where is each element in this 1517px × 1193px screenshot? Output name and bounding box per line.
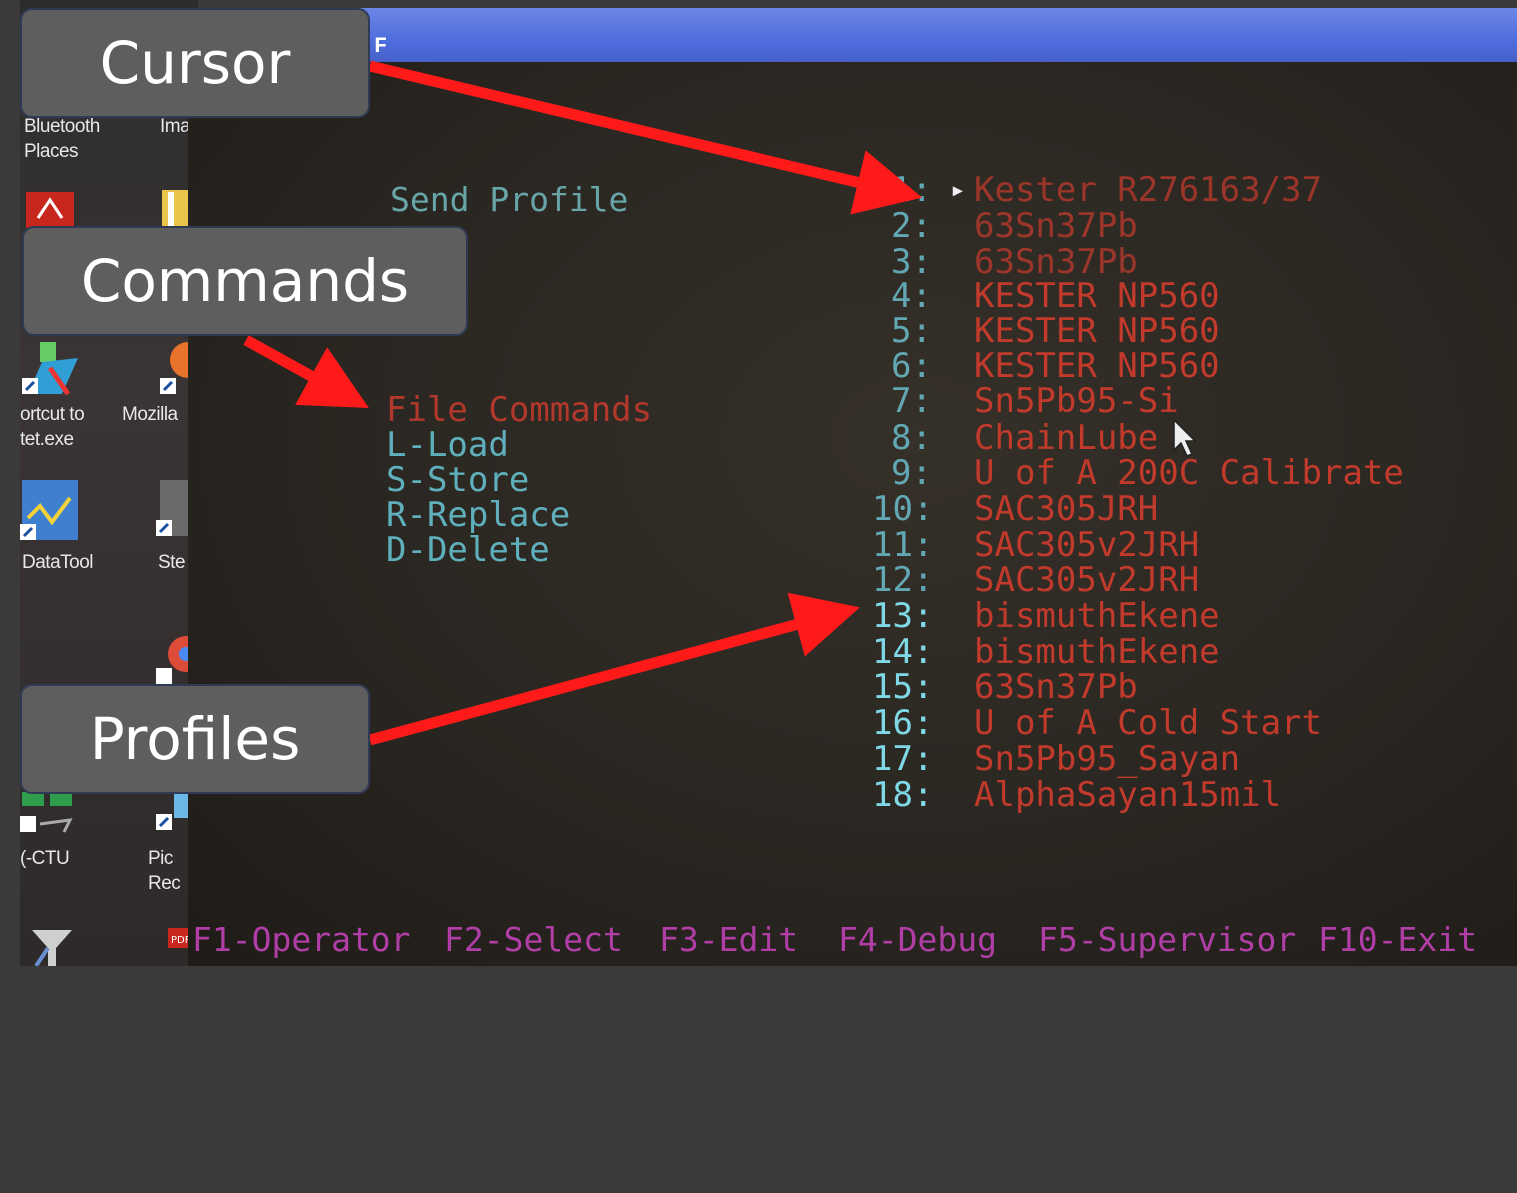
desktop-icon-label[interactable]: Bluetooth Places (24, 114, 100, 164)
profile-item[interactable]: Kester R276163/37 (974, 172, 1322, 208)
profile-number: 4: (891, 276, 932, 316)
profile-number: 1: (891, 170, 932, 210)
datatool-icon[interactable] (20, 478, 80, 547)
command-load[interactable]: L-Load (386, 427, 509, 463)
profile-item[interactable]: AlphaSayan15mil (974, 777, 1281, 813)
profile-number: 13: (872, 596, 934, 636)
command-replace[interactable]: R-Replace (386, 497, 570, 533)
function-key-bar: F1-Operator F2-Select F3-Edit F4-Debug F… (192, 920, 1477, 1193)
profile-item[interactable]: SAC305v2JRH (974, 562, 1199, 598)
profile-number: 17: (872, 739, 934, 779)
profile-item[interactable]: bismuthEkene (974, 598, 1220, 634)
callout-cursor: Cursor (20, 8, 370, 118)
fkey-supervisor[interactable]: F5-Supervisor (1038, 920, 1296, 959)
profile-item[interactable]: SAC305JRH (974, 491, 1158, 527)
desktop-icon-label[interactable]: Ste (158, 550, 186, 575)
command-delete[interactable]: D-Delete (386, 532, 550, 568)
profile-number: 3: (891, 242, 932, 282)
profile-number: 6: (891, 346, 932, 386)
desktop-icon-label[interactable]: ortcut to tet.exe (20, 402, 85, 452)
desktop-icon-label[interactable]: DataTool (22, 550, 94, 575)
profile-item[interactable]: ChainLube (974, 420, 1158, 456)
profile-item[interactable]: KESTER NP560 (974, 313, 1220, 349)
mouse-pointer-icon (1172, 418, 1198, 463)
profile-item[interactable]: KESTER NP560 (974, 348, 1220, 384)
send-profile-heading: Send Profile (390, 180, 629, 219)
window-title: F (374, 34, 388, 59)
fkey-operator[interactable]: F1-Operator (192, 920, 411, 959)
profile-item[interactable]: KESTER NP560 (974, 278, 1220, 314)
fkey-exit[interactable]: F10-Exit (1318, 920, 1477, 959)
fkey-select[interactable]: F2-Select (444, 920, 623, 959)
profile-number: 12: (872, 560, 934, 600)
desktop-icon-label[interactable]: Mozilla (122, 402, 178, 427)
profile-number: 11: (872, 525, 934, 565)
profile-number: 16: (872, 703, 934, 743)
window-title-bar[interactable]: F (188, 8, 1517, 62)
profile-number: 14: (872, 632, 934, 672)
profile-number: 15: (872, 667, 934, 707)
profile-number: 2: (891, 206, 932, 246)
shortcut-tet-icon[interactable] (22, 338, 84, 403)
tool-icon[interactable] (22, 918, 82, 966)
command-store[interactable]: S-Store (386, 462, 529, 498)
profile-item[interactable]: 63Sn37Pb (974, 669, 1138, 705)
xctu-icon[interactable] (20, 790, 80, 845)
desktop-icons-strip: Bluetooth Places Ima ortcut to tet.exe M… (20, 0, 198, 966)
profile-item[interactable]: bismuthEkene (974, 634, 1220, 670)
fkey-debug[interactable]: F4-Debug (838, 920, 997, 959)
selection-cursor: ▸ (950, 175, 966, 205)
profile-number: 8: (891, 418, 932, 458)
profile-item[interactable]: 63Sn37Pb (974, 208, 1138, 244)
profile-number: 5: (891, 311, 932, 351)
profile-number: 7: (891, 381, 932, 421)
callout-commands: Commands (22, 226, 468, 336)
fkey-edit[interactable]: F3-Edit (659, 920, 798, 959)
profile-item[interactable]: SAC305v2JRH (974, 527, 1199, 563)
callout-profiles: Profiles (20, 684, 370, 794)
profile-item[interactable]: U of A Cold Start (974, 705, 1322, 741)
profile-item[interactable]: Sn5Pb95_Sayan (974, 741, 1240, 777)
profile-item[interactable]: Sn5Pb95-Si (974, 383, 1179, 419)
file-commands-heading: File Commands (386, 390, 653, 430)
desktop-icon-label[interactable]: (-CTU (20, 846, 70, 871)
profile-item[interactable]: 63Sn37Pb (974, 244, 1138, 280)
profile-number: 10: (872, 489, 934, 529)
profile-number: 9: (891, 453, 932, 493)
desktop-icon-label[interactable]: Pic Rec (148, 846, 181, 896)
profile-number: 18: (872, 775, 934, 815)
folder-icon[interactable] (160, 186, 190, 231)
